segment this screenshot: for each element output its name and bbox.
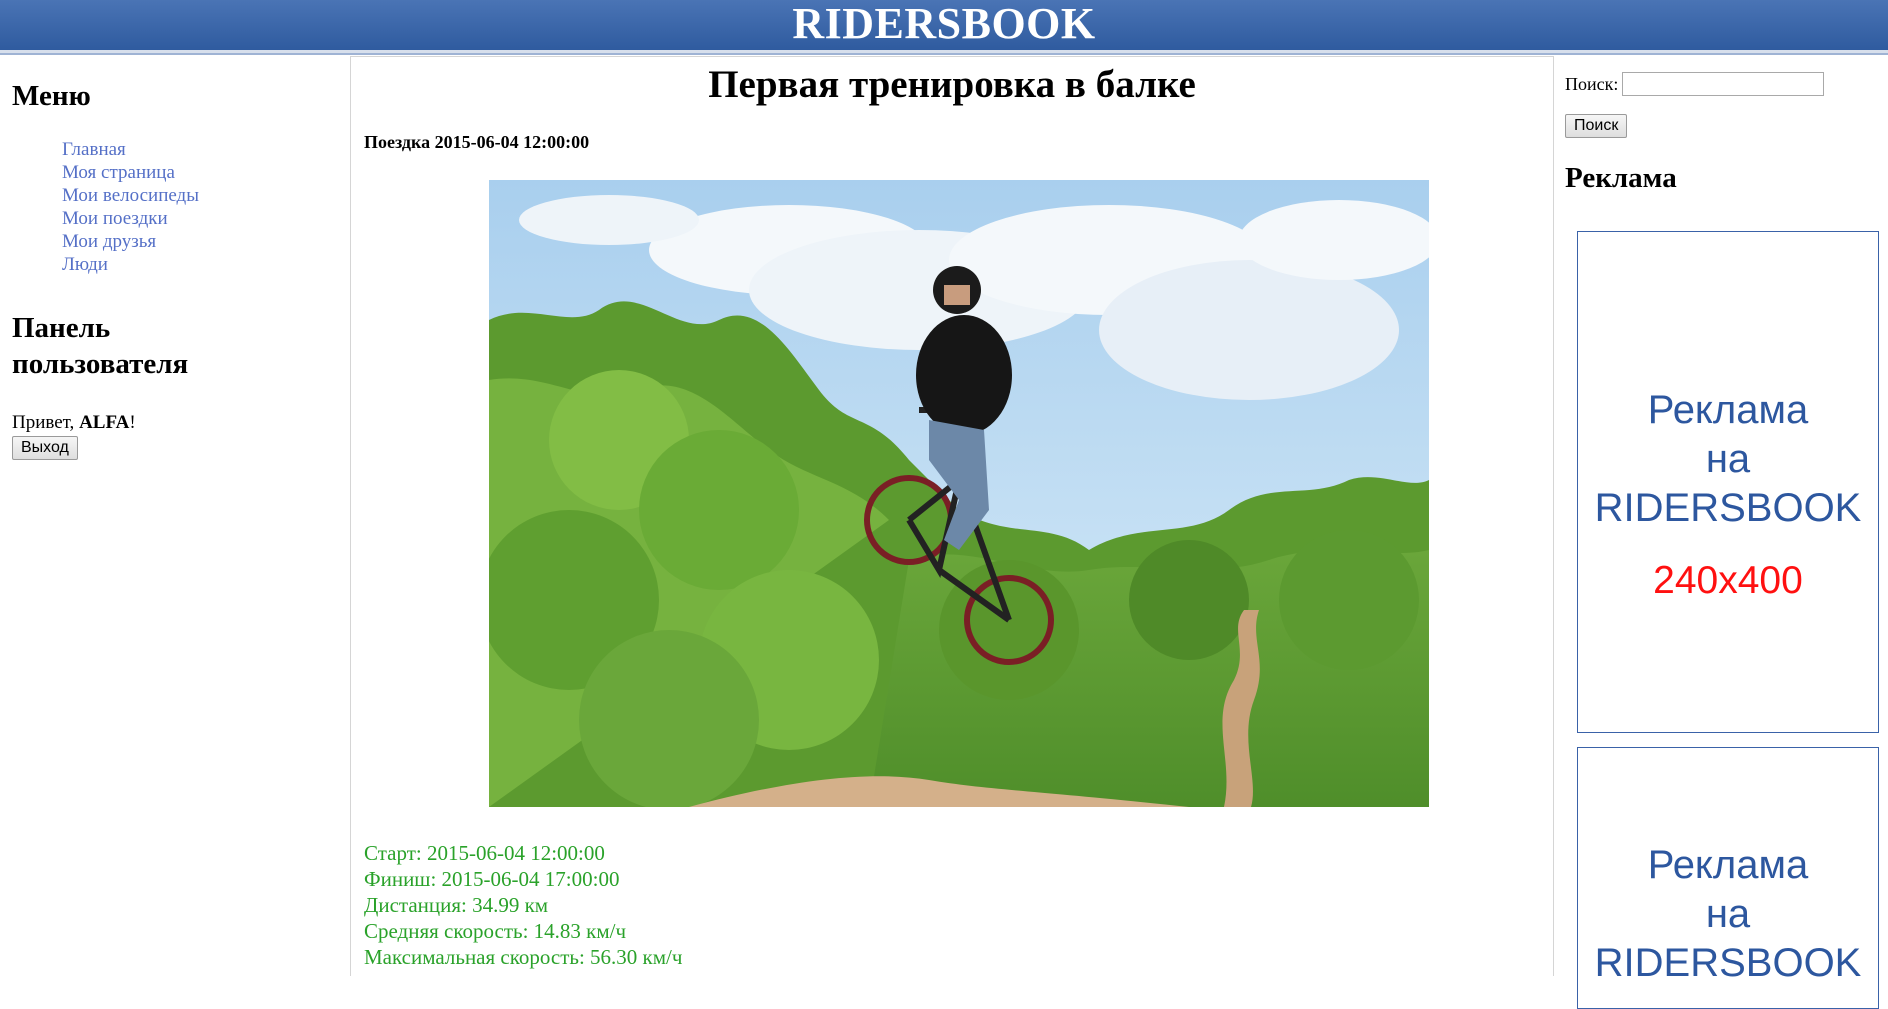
ad-banner-1-line3: RIDERSBOOK (1594, 486, 1862, 530)
user-panel-heading: Панель пользователя (12, 312, 189, 380)
menu-item-my-bikes: Мои велосипеды (62, 184, 342, 207)
site-title[interactable]: RIDERSBOOK (792, 0, 1095, 48)
left-sidebar: Меню Главная Моя страница Мои велосипеды… (12, 78, 342, 460)
menu-link-my-rides[interactable]: Мои поездки (62, 208, 168, 229)
post-meta: Поездка 2015-06-04 12:00:00 (364, 132, 590, 152)
menu-link-people[interactable]: Люди (62, 254, 108, 275)
right-column-divider (1553, 56, 1554, 976)
menu-heading: Меню (12, 80, 91, 112)
ride-photo (489, 180, 1429, 807)
menu-link-home[interactable]: Главная (62, 139, 126, 160)
stat-distance: Дистанция: 34.99 км (364, 893, 549, 917)
stat-finish: Финиш: 2015-06-04 17:00:00 (364, 867, 620, 891)
main-content: Первая тренировка в балке Поездка 2015-0… (352, 56, 1552, 969)
menu-item-my-page: Моя страница (62, 161, 342, 184)
menu-item-home: Главная (62, 138, 342, 161)
search-label: Поиск: (1565, 73, 1619, 94)
ad-banner-1-line2: на (1705, 437, 1751, 481)
ad-banner-2-line1: Реклама (1647, 843, 1809, 887)
ride-photo-illustration (489, 180, 1429, 807)
menu-link-my-bikes[interactable]: Мои велосипеды (62, 185, 199, 206)
menu-link-my-page[interactable]: Моя страница (62, 162, 175, 183)
greeting-suffix: ! (129, 412, 136, 433)
menu-link-my-friends[interactable]: Мои друзья (62, 231, 156, 252)
left-column-divider (350, 56, 351, 976)
post-title: Первая тренировка в балке (708, 63, 1196, 106)
ad-banner-1-line1: Реклама (1647, 388, 1809, 432)
ad-banner-2-line2: на (1705, 892, 1751, 936)
menu-item-my-friends: Мои друзья (62, 230, 342, 253)
menu-item-my-rides: Мои поездки (62, 207, 342, 230)
username: ALFA (79, 412, 130, 433)
search-form: Поиск: (1565, 72, 1888, 96)
main-menu: Главная Моя страница Мои велосипеды Мои … (12, 138, 342, 276)
ad-banner-1-size: 240x400 (1653, 559, 1803, 602)
greeting: Привет, ALFA! (12, 412, 342, 434)
ads-heading: Реклама (1565, 162, 1677, 194)
ride-stats: Старт: 2015-06-04 12:00:00 Финиш: 2015-0… (364, 840, 682, 970)
ad-banner-1[interactable]: Реклама на RIDERSBOOK 240x400 (1577, 231, 1879, 733)
stat-max-speed: Максимальная скорость: 56.30 км/ч (364, 945, 683, 969)
stat-avg-speed: Средняя скорость: 14.83 км/ч (364, 919, 627, 943)
menu-item-people: Люди (62, 253, 342, 276)
search-input[interactable] (1622, 72, 1825, 96)
stat-start: Старт: 2015-06-04 12:00:00 (364, 841, 605, 865)
ad-banner-2[interactable]: Реклама на RIDERSBOOK (1577, 747, 1879, 1009)
search-button[interactable]: Поиск (1565, 114, 1628, 138)
ad-banner-2-line3: RIDERSBOOK (1594, 941, 1862, 985)
site-header: RIDERSBOOK (0, 0, 1888, 53)
logout-button[interactable]: Выход (12, 436, 78, 460)
right-sidebar: Поиск: Поиск Реклама (1565, 72, 1888, 195)
greeting-prefix: Привет, (12, 412, 80, 433)
